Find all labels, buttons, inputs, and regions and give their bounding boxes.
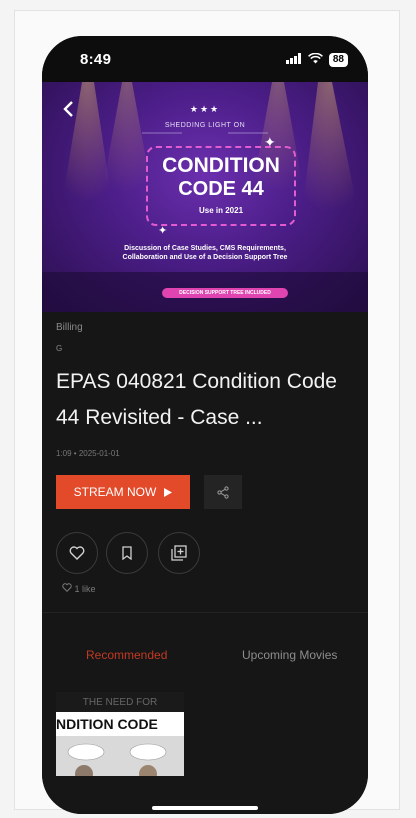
page-title: EPAS 040821 Condition Code 44 Revisited … xyxy=(56,370,337,429)
signal-icon xyxy=(285,51,302,69)
thumbnail-image xyxy=(56,736,184,776)
tab-upcoming-movies[interactable]: Upcoming Movies xyxy=(242,648,337,662)
status-time: 8:49 xyxy=(80,51,112,68)
home-indicator[interactable] xyxy=(152,806,258,810)
heart-icon xyxy=(69,546,85,560)
detail-content: Billing G EPAS 040821 Condition Code 44 … xyxy=(42,312,368,814)
duration-date: 1:09 • 2025-01-01 xyxy=(56,449,120,458)
hero-kicker: SHEDDING LIGHT ON xyxy=(164,122,246,129)
category-label: Billing xyxy=(56,322,83,333)
battery-indicator: 88 xyxy=(328,53,348,67)
divider xyxy=(42,612,368,613)
thumbnail-top-text: THE NEED FOR xyxy=(56,692,184,714)
wifi-icon xyxy=(307,51,323,69)
heart-small-icon xyxy=(62,583,72,592)
thumbnail-people-graphic xyxy=(67,743,167,776)
hero-pill: DECISION SUPPORT TREE INCLUDED xyxy=(162,288,288,298)
tab-recommended[interactable]: Recommended xyxy=(86,648,167,662)
sparkle-icon: ✦ xyxy=(158,225,168,237)
hero-title-line2: CODE 44 xyxy=(178,178,264,200)
like-count-text: 1 like xyxy=(74,584,96,594)
hero-stars: ★★★ xyxy=(189,104,221,114)
like-button[interactable] xyxy=(56,532,98,574)
hero-banner: ★★★ SHEDDING LIGHT ON ✦ ✦ CONDITION CODE… xyxy=(42,82,368,312)
play-icon xyxy=(164,487,173,497)
recommended-thumbnail[interactable]: THE NEED FOR NDITION CODE xyxy=(56,692,184,776)
hero-title-line1: CONDITION xyxy=(162,154,280,177)
bookmark-button[interactable] xyxy=(106,532,148,574)
share-button[interactable] xyxy=(204,475,242,509)
like-count: 1 like xyxy=(62,583,96,594)
rating-label: G xyxy=(56,344,63,353)
add-playlist-button[interactable] xyxy=(158,532,200,574)
thumbnail-title: NDITION CODE xyxy=(56,712,184,736)
hero-use-text: Use in 2021 xyxy=(198,206,244,215)
status-icons: 88 xyxy=(285,51,348,69)
phone-screen: 8:49 88 ★★★ SHEDDING LIGHT ON ✦ ✦ CONDIT… xyxy=(42,36,368,814)
stream-now-button[interactable]: STREAM NOW xyxy=(56,475,190,509)
stream-now-label: STREAM NOW xyxy=(73,485,157,499)
add-playlist-icon xyxy=(171,545,187,561)
share-icon xyxy=(217,485,229,499)
sparkle-icon: ✦ xyxy=(264,134,276,150)
status-bar: 8:49 88 xyxy=(42,36,368,82)
bookmark-icon xyxy=(122,546,132,560)
hero-description: Discussion of Case Studies, CMS Requirem… xyxy=(122,245,288,261)
